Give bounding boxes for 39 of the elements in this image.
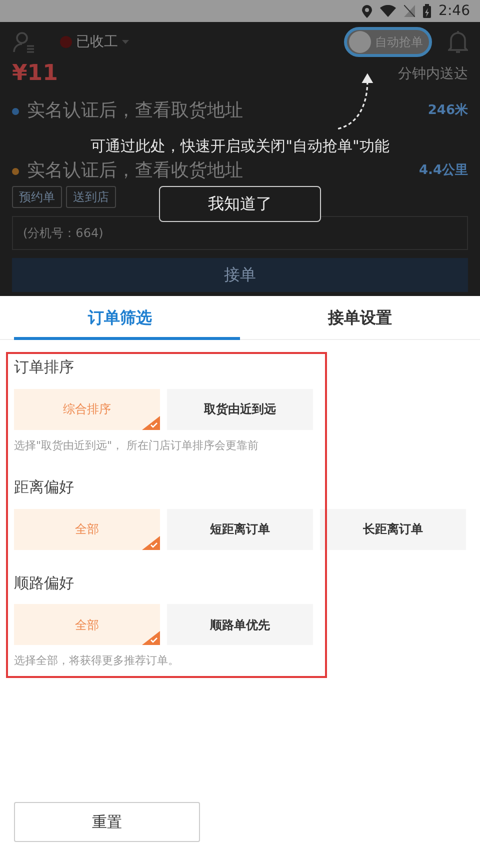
- stop-dot: [12, 108, 19, 114]
- filter-option[interactable]: 长距离订单: [320, 508, 466, 550]
- filter-option[interactable]: 顺路单优先: [167, 604, 313, 645]
- guide-message: 可通过此处，快速开启或关闭"自动抢单"功能: [90, 136, 390, 156]
- delivery-time: 分钟内送达: [398, 64, 468, 84]
- stop-address: 实名认证后，查看收货地址: [27, 160, 243, 182]
- section-title: 订单排序: [14, 357, 75, 378]
- order-tag: 送到店: [66, 186, 116, 208]
- extension-number: (分机号：664): [23, 226, 104, 240]
- bell-icon[interactable]: [448, 30, 468, 54]
- filter-option[interactable]: 取货由近到远: [167, 388, 313, 430]
- location-icon: [362, 4, 372, 18]
- work-status-dropdown[interactable]: 已收工: [60, 32, 129, 52]
- hint-text: 选择"取货由近到远"， 所在门店订单排序会更靠前: [14, 438, 260, 454]
- caret-icon: [122, 40, 129, 44]
- reset-button[interactable]: 重置: [14, 802, 200, 842]
- tab[interactable]: 接单设置: [240, 296, 480, 339]
- got-it-button[interactable]: 我知道了: [159, 186, 321, 222]
- hint-text: 选择全部，将获得更多推荐订单。: [14, 653, 180, 669]
- filter-option[interactable]: 短距离订单: [167, 508, 313, 550]
- order-tag: 预约单: [12, 186, 62, 208]
- stop-dot: [12, 168, 19, 174]
- no-signal-icon: [404, 5, 415, 17]
- profile-menu-icon[interactable]: [12, 30, 36, 54]
- stop-distance: 4.4公里: [418, 162, 468, 180]
- check-corner-icon: [142, 536, 160, 550]
- stop-icon: [60, 36, 72, 48]
- stop-address: 实名认证后，查看取货地址: [27, 100, 243, 122]
- stop-distance: 246米: [428, 102, 468, 120]
- battery-icon: [422, 4, 431, 18]
- status-time: 2:46: [438, 2, 470, 20]
- accept-button[interactable]: 接单: [12, 258, 468, 292]
- check-corner-icon: [142, 416, 160, 430]
- section-title: 顺路偏好: [14, 572, 75, 594]
- wifi-icon: [380, 5, 396, 17]
- check-corner-icon: [142, 631, 160, 645]
- tab[interactable]: 订单筛选: [0, 296, 240, 339]
- section-title: 距离偏好: [14, 477, 75, 498]
- order-price: ¥11: [12, 62, 58, 86]
